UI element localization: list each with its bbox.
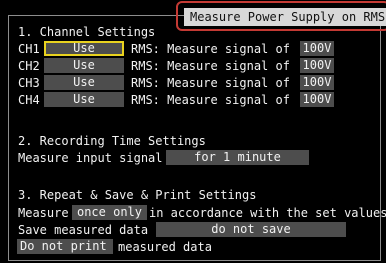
rms-label-ch4: RMS: Measure signal of <box>131 93 290 107</box>
channel-use-field-ch4[interactable]: Use <box>44 92 124 107</box>
channel-label-ch4: CH4 <box>18 93 40 107</box>
channel-label-ch1: CH1 <box>18 42 40 56</box>
save-mode-field[interactable]: do not save <box>156 222 346 237</box>
voltage-range-field-ch4[interactable]: 100V <box>300 92 334 107</box>
rms-label-ch2: RMS: Measure signal of <box>131 59 290 73</box>
recording-time-field[interactable]: for 1 minute <box>166 150 309 165</box>
voltage-range-field-ch2[interactable]: 100V <box>300 58 334 73</box>
lcd-screen: Measure Power Supply on RMS 1. Channel S… <box>0 0 386 263</box>
section-heading-recording-time: 2. Recording Time Settings <box>18 134 206 148</box>
rms-label-ch1: RMS: Measure signal of <box>131 42 290 56</box>
rms-label-ch3: RMS: Measure signal of <box>131 76 290 90</box>
measure-prefix-label: Measure <box>18 206 69 220</box>
print-mode-field[interactable]: Do not print <box>17 239 113 254</box>
repeat-mode-field[interactable]: once only <box>72 205 147 220</box>
voltage-range-field-ch1[interactable]: 100V <box>300 41 334 56</box>
measure-suffix-label: in accordance with the set values <box>149 206 386 220</box>
section-heading-channel-settings: 1. Channel Settings <box>18 24 159 40</box>
channel-use-field-ch1[interactable]: Use <box>44 41 124 56</box>
channel-use-field-ch2[interactable]: Use <box>44 58 124 73</box>
print-suffix-label: measured data <box>118 240 212 254</box>
recording-time-label: Measure input signal <box>18 151 163 165</box>
voltage-range-field-ch3[interactable]: 100V <box>300 75 334 90</box>
channel-label-ch3: CH3 <box>18 76 40 90</box>
mode-title: Measure Power Supply on RMS <box>184 8 386 26</box>
section-heading-repeat-save-print: 3. Repeat & Save & Print Settings <box>18 188 257 202</box>
save-label: Save measured data <box>18 223 149 237</box>
channel-use-field-ch3[interactable]: Use <box>44 75 124 90</box>
channel-label-ch2: CH2 <box>18 59 40 73</box>
